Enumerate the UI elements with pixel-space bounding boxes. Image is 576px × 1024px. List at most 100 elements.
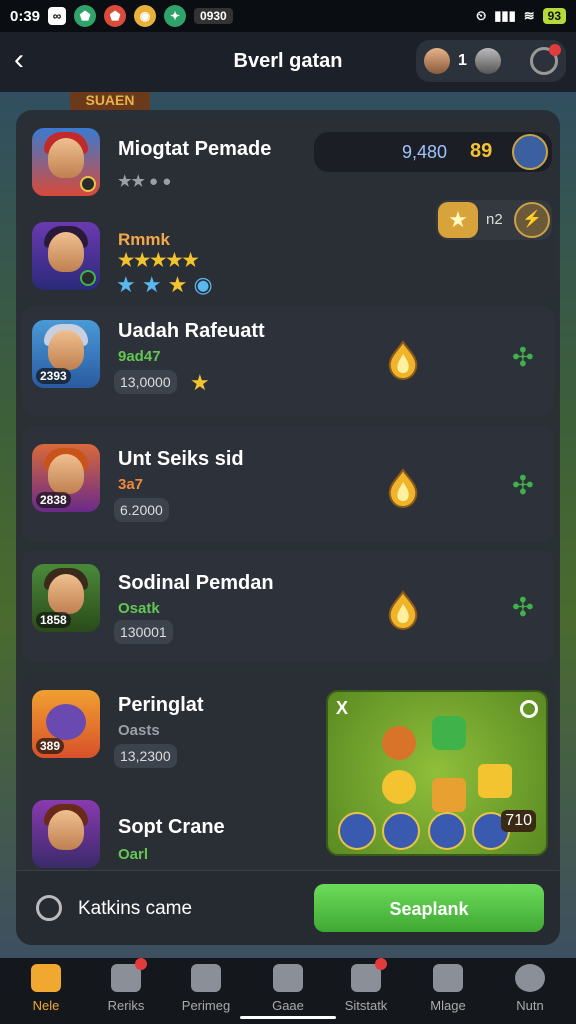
level-tag: 389 [36, 738, 65, 754]
game-rating: Oarl [118, 846, 149, 863]
refresh-icon[interactable] [520, 700, 538, 718]
app-icon-1: ∞ [48, 7, 67, 25]
nav-games[interactable]: Gaae [248, 964, 328, 1020]
star-icon: ★ [438, 202, 478, 238]
profile-icon [515, 964, 545, 992]
score-search-bar[interactable]: 9,480 89 [314, 132, 552, 172]
nav-stats[interactable]: Sitstatk [326, 958, 406, 1020]
list-item[interactable]: 2838 Unt Seiks sid 3a7 6.2000 ✣ [22, 426, 554, 542]
bottom-label: Katkins came [78, 898, 193, 919]
star-icons-blue: ★ ★ ★ ◉ [116, 272, 213, 297]
app-icon-2: ⬟ [74, 5, 97, 27]
points-chip: 13,2300 [114, 744, 177, 768]
flame-icon[interactable] [386, 340, 420, 381]
nav-profile[interactable]: Nutn [490, 964, 570, 1020]
status-bar: 0:39 ∞ ⬟ ⬟ ◉ ✦ 0930 ⏲ ▮▮▮ ≋ 93 [0, 0, 576, 32]
play-button[interactable]: Seaplank [314, 884, 544, 932]
game-preview-card[interactable]: X 710 [326, 690, 548, 856]
nav-label: Nutn [516, 998, 544, 1013]
puzzle-icon[interactable]: ✣ [512, 342, 534, 373]
points-chip: 13,0000 [114, 370, 177, 394]
game-token [432, 778, 466, 812]
game-rating: 3a7 [118, 476, 144, 493]
clock: 0:39 [10, 7, 41, 25]
nav-label: Nele [32, 998, 60, 1013]
home-icon [31, 964, 61, 992]
level-tag: 2838 [36, 492, 71, 508]
level-tag: 1858 [36, 612, 71, 628]
level-badge-icon [80, 176, 96, 192]
app-icon-5: ✦ [164, 5, 187, 27]
nav-label: Mlage [430, 998, 466, 1013]
settings-gear-icon[interactable] [530, 44, 561, 75]
bolt-icon[interactable]: ⚡ [514, 202, 550, 238]
reward-text: n2 [486, 211, 503, 228]
game-name: Peringlat [118, 694, 204, 716]
app-icon-4: ◉ [134, 5, 157, 27]
game-name: Sodinal Pemdan [118, 572, 274, 594]
game-name: Uadah Rafeuatt [118, 320, 265, 342]
game-rating: Osatk [118, 600, 160, 617]
nav-label: Perimeg [181, 998, 231, 1013]
score-count: 89 [470, 140, 493, 162]
flame-icon[interactable] [386, 468, 420, 509]
game-name: Unt Seiks sid [118, 448, 244, 470]
alarm-icon: ⏲ [476, 8, 487, 23]
star-icon: ★ [190, 370, 210, 395]
search-icon [433, 964, 463, 992]
nav-label: Reriks [107, 998, 145, 1013]
game-thumbnail: 2838 [32, 444, 100, 512]
nav-search[interactable]: Mlage [408, 964, 488, 1020]
avatar[interactable] [424, 48, 450, 74]
game-token [338, 812, 376, 850]
profile-count: 1 [458, 52, 467, 69]
puzzle-icon[interactable]: ✣ [512, 592, 534, 623]
game-thumbnail: 389 [32, 690, 100, 758]
game-score: 710 [501, 810, 536, 832]
list-item[interactable]: Miogtat Pemade ★★ ● ● 9,480 89 ★ n2 ⚡ Rm… [22, 116, 554, 302]
nav-premium[interactable]: Perimeg [166, 964, 246, 1020]
nav-label: Sitstatk [344, 998, 388, 1013]
avatar-secondary[interactable] [474, 48, 501, 74]
notification-dot [375, 958, 387, 970]
controller-icon [36, 895, 62, 921]
game-list-panel: Miogtat Pemade ★★ ● ● 9,480 89 ★ n2 ⚡ Rm… [16, 110, 560, 945]
bottom-nav: Nele Reriks Perimeg Gaae Sitstatk Mlage … [0, 958, 576, 1024]
game-thumbnail: 2393 [32, 320, 100, 388]
chat-bubble-icon[interactable] [512, 134, 548, 170]
flame-icon[interactable] [386, 590, 420, 631]
list-item[interactable]: 1858 Sodinal Pemdan Osatk 130001 ✣ [22, 550, 554, 662]
game-thumbnail [32, 128, 100, 196]
app-icon-3: ⬟ [104, 5, 127, 27]
points-chip: 6.2000 [114, 498, 169, 522]
game-rating: Oasts [118, 722, 160, 739]
notification-dot [135, 958, 147, 970]
bottom-action-bar: Katkins came Seaplank [16, 870, 560, 945]
nav-home[interactable]: Nele [6, 964, 86, 1020]
points-chip: 130001 [114, 620, 173, 644]
profile-pill[interactable]: 1 [416, 40, 566, 82]
level-badge-icon [80, 270, 96, 286]
game-name: Rmmk [118, 230, 170, 249]
level-tag: 2393 [36, 368, 71, 384]
battery-indicator: 93 [542, 8, 566, 24]
game-rating: ★★★★★ [118, 250, 199, 270]
home-indicator [240, 1016, 336, 1019]
reward-pill[interactable]: ★ n2 ⚡ [436, 200, 552, 240]
game-token [382, 726, 416, 760]
nav-label: Gaae [272, 998, 304, 1013]
game-token [428, 812, 466, 850]
puzzle-icon[interactable]: ✣ [512, 470, 534, 501]
notification-dot [549, 44, 561, 56]
game-rating: 9ad47 [118, 348, 161, 365]
list-item[interactable]: 2393 Uadah Rafeuatt 9ad47 13,0000 ★ ✣ [22, 306, 554, 416]
nav-rankings[interactable]: Reriks [86, 958, 166, 1020]
score-value: 9,480 [402, 142, 448, 162]
game-token [432, 716, 466, 750]
close-icon[interactable]: X [336, 698, 348, 719]
game-thumbnail: 1858 [32, 564, 100, 632]
game-rating: ★★ ● ● [118, 173, 172, 190]
stats-icon [351, 958, 387, 992]
game-name: Miogtat Pemade [118, 138, 272, 160]
top-header: ‹ Bverl gatan 1 [0, 32, 576, 92]
